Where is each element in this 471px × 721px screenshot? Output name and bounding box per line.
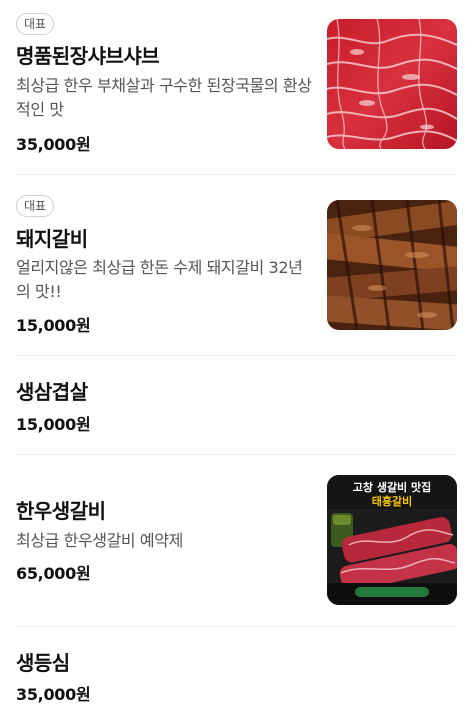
menu-item-myeongpum-doenjang-shabu[interactable]: 대표 명품된장샤브샤브 최상급 한우 부채살과 구수한 된장국물의 환상적인 맛…: [0, 0, 471, 174]
menu-item-saeng-deungsim[interactable]: 생등심 35,000원: [0, 627, 471, 721]
beef-ribs-promo-image: 고창 생갈비 맛집 태흥갈비: [327, 475, 457, 605]
menu-item-price: 15,000원: [16, 415, 91, 434]
grilled-pork-ribs-image: [327, 200, 457, 330]
menu-item-price: 65,000원: [16, 564, 91, 583]
marbled-beef-photo[interactable]: [327, 19, 457, 149]
signature-badge: 대표: [16, 195, 55, 217]
promo-caption-line2: 태흥갈비: [372, 494, 412, 508]
beef-ribs-promo-photo[interactable]: 고창 생갈비 맛집 태흥갈비: [327, 475, 457, 605]
promo-caption-line1: 고창 생갈비 맛집: [353, 480, 432, 494]
marbled-beef-image: [327, 19, 457, 149]
menu-item-price: 35,000원: [16, 135, 91, 154]
menu-item-hanwoo-saeng-galbi[interactable]: 한우생갈비 최상급 한우생갈비 예약제 65,000원 고창 생갈비 맛집 태흥…: [0, 455, 471, 626]
menu-item-name: 한우생갈비: [16, 499, 106, 523]
menu-item-name: 돼지갈비: [16, 227, 88, 251]
menu-item-name: 생삼겹살: [16, 380, 88, 404]
menu-item-saeng-samgyeopsal[interactable]: 생삼겹살 15,000원: [0, 356, 471, 454]
menu-item-description: 최상급 한우생갈비 예약제: [16, 531, 183, 550]
grilled-pork-ribs-photo[interactable]: [327, 200, 457, 330]
menu-item-price: 15,000원: [16, 316, 91, 335]
menu-item-price: 35,000원: [16, 685, 91, 704]
menu-list: 대표 명품된장샤브샤브 최상급 한우 부채살과 구수한 된장국물의 환상적인 맛…: [0, 0, 471, 721]
menu-item-name: 명품된장샤브샤브: [16, 44, 160, 68]
menu-item-description: 최상급 한우 부채살과 구수한 된장국물의 환상적인 맛: [16, 76, 312, 119]
menu-item-description: 얼리지않은 최상급 한돈 수제 돼지갈비 32년의 맛!!: [16, 258, 303, 301]
signature-badge: 대표: [16, 13, 55, 35]
menu-item-name: 생등심: [16, 651, 70, 675]
menu-item-dwaeji-galbi[interactable]: 대표 돼지갈비 얼리지않은 최상급 한돈 수제 돼지갈비 32년의 맛!! 15…: [0, 175, 471, 355]
